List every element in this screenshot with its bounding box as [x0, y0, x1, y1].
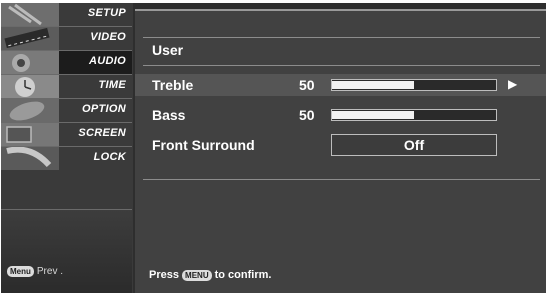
treble-slider-fill — [332, 81, 414, 89]
sidebar-item-label: SCREEN — [78, 127, 126, 139]
sidebar-item-label: LOCK — [93, 151, 126, 163]
front-surround-value[interactable]: Off — [331, 134, 497, 156]
divider — [143, 179, 540, 180]
sidebar-item-label: OPTION — [82, 103, 126, 115]
audio-settings-panel: User Treble 50 ▶ Bass 50 Front Surround … — [135, 9, 546, 293]
bass-value: 50 — [299, 107, 315, 123]
option-thumbnail-icon — [1, 99, 59, 122]
front-surround-row[interactable]: Front Surround Off — [135, 134, 546, 156]
sidebar-item-screen[interactable]: SCREEN — [1, 123, 132, 147]
treble-value: 50 — [299, 77, 315, 93]
sidebar-item-label: VIDEO — [90, 31, 126, 43]
prev-hint: Menu Prev . — [7, 266, 63, 277]
sidebar-item-time[interactable]: TIME — [1, 75, 132, 99]
front-surround-label: Front Surround — [152, 137, 255, 153]
sidebar-item-setup[interactable]: SETUP — [1, 3, 132, 27]
footer-hint: Press MENU to confirm. — [149, 269, 271, 281]
divider — [143, 37, 540, 38]
time-thumbnail-icon — [1, 75, 59, 98]
video-thumbnail-icon — [1, 27, 59, 50]
bass-slider-fill — [332, 111, 414, 119]
tv-menu-screen: SETUP VIDEO AUDIO TIME OPTION SCREEN LOC… — [1, 3, 546, 293]
sidebar-item-lock[interactable]: LOCK — [1, 147, 132, 210]
menu-key-icon: Menu — [7, 266, 34, 277]
right-arrow-icon: ▶ — [508, 77, 518, 91]
bass-label: Bass — [152, 107, 186, 123]
bass-row[interactable]: Bass 50 — [135, 104, 546, 126]
lock-thumbnail-icon — [1, 147, 59, 170]
bass-slider[interactable] — [331, 109, 497, 121]
sidebar-item-label: AUDIO — [89, 55, 126, 67]
sidebar-item-label: TIME — [98, 79, 126, 91]
treble-label: Treble — [152, 77, 194, 93]
sidebar-background — [1, 210, 132, 293]
panel-header: User — [152, 42, 184, 58]
treble-slider[interactable] — [331, 79, 497, 91]
panel-top-line — [135, 9, 546, 11]
sidebar-item-video[interactable]: VIDEO — [1, 27, 132, 51]
divider — [143, 65, 540, 66]
footer-prefix: Press — [149, 269, 179, 281]
setup-thumbnail-icon — [1, 3, 59, 26]
menu-key-icon: MENU — [182, 269, 212, 281]
sidebar-menu: SETUP VIDEO AUDIO TIME OPTION SCREEN LOC… — [1, 3, 133, 293]
screen-thumbnail-icon — [1, 123, 59, 146]
audio-thumbnail-icon — [1, 51, 59, 74]
footer-suffix: to confirm. — [214, 269, 272, 281]
sidebar-item-audio[interactable]: AUDIO — [1, 51, 132, 75]
prev-label: Prev . — [36, 266, 64, 278]
sidebar-item-option[interactable]: OPTION — [1, 99, 132, 123]
treble-row[interactable]: Treble 50 ▶ — [135, 74, 546, 96]
sidebar-item-label: SETUP — [87, 7, 126, 19]
